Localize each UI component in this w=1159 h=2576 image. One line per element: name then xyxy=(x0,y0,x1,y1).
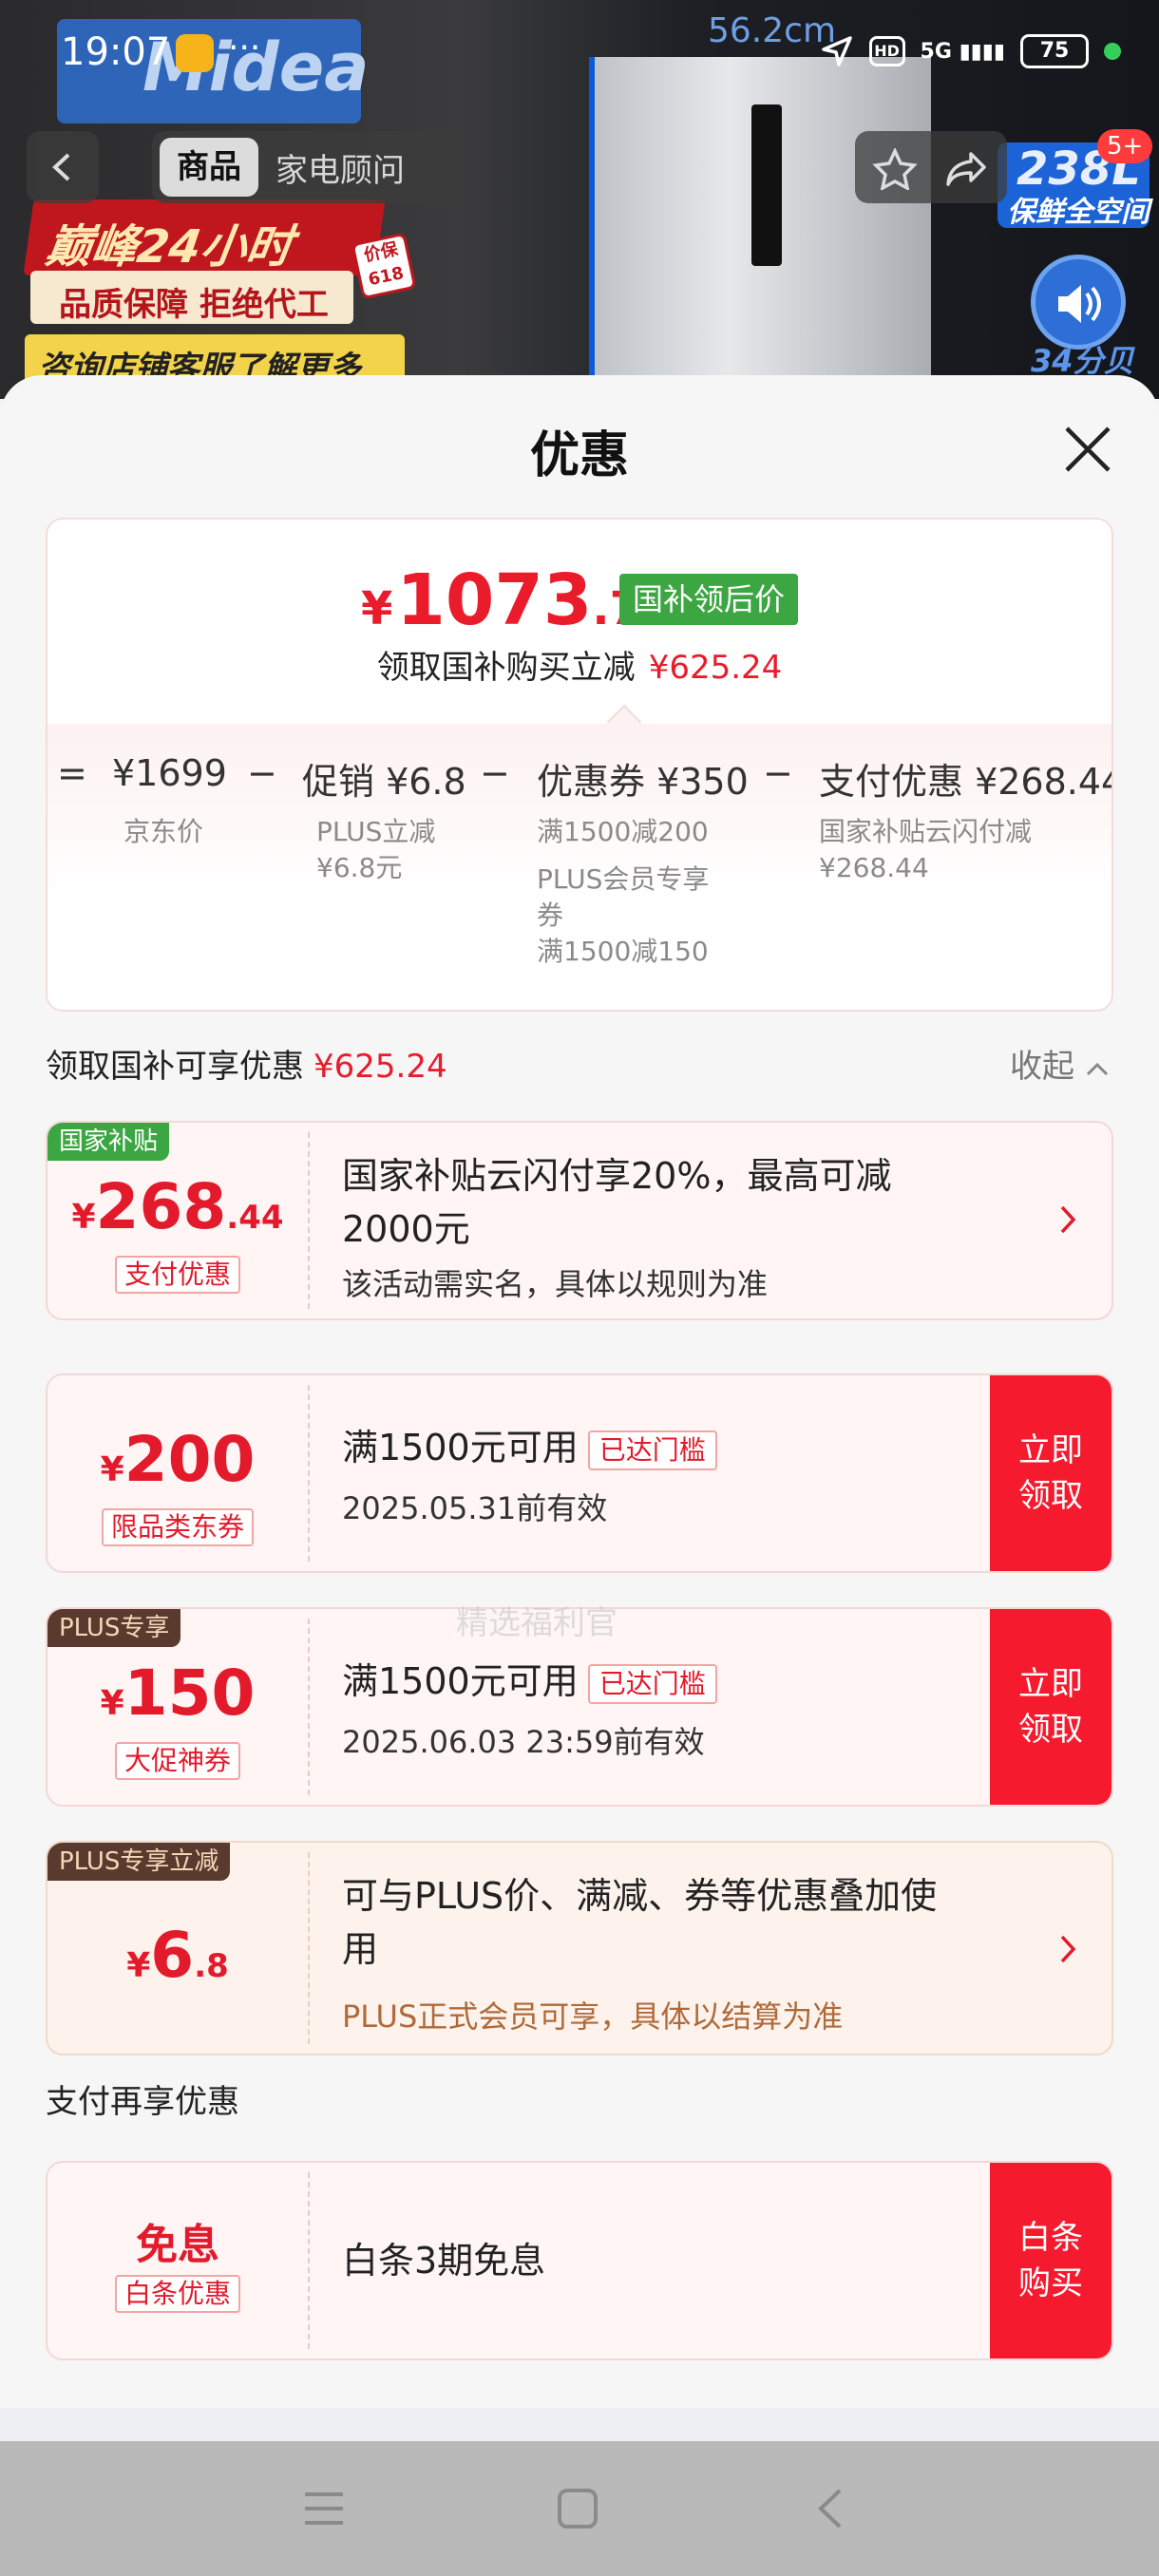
collapse-button[interactable]: 收起 xyxy=(1010,1040,1110,1087)
offer-type-tag: 白条优惠 xyxy=(114,2275,241,2313)
coupon-price: 优惠券 ¥350 xyxy=(537,761,749,803)
minus-sign: − xyxy=(247,752,277,794)
baitiao-buy-button[interactable]: 白条 购买 xyxy=(990,2163,1112,2358)
coupon-type-tag: 大促神券 xyxy=(114,1742,241,1780)
sheet-title: 优惠 xyxy=(529,427,629,484)
coupon-expiry: 2025.06.03 23:59前有效 xyxy=(342,1724,705,1760)
fridge-image xyxy=(589,57,931,399)
subsidy-section-header: 领取国补可享优惠 ¥625.24 xyxy=(46,1048,447,1086)
share-icon[interactable] xyxy=(944,148,990,190)
subsidy-price-badge: 国补领后价 xyxy=(619,574,799,625)
coupon-rule: 该活动需实名，具体以规则为准 xyxy=(342,1266,769,1302)
offer-description: 白条3期免息 xyxy=(342,2240,546,2282)
promo-price: 促销 ¥6.8 xyxy=(302,761,466,803)
payment-section-header: 支付再享优惠 xyxy=(46,2083,239,2121)
chevron-right-icon xyxy=(1060,1935,1076,1963)
reduce-summary: 领取国补购买立减 ¥625.24 xyxy=(376,649,783,687)
cart-count-badge: 5+ xyxy=(1097,129,1153,163)
threshold-reached-badge: 已达门槛 xyxy=(587,1430,717,1470)
favorite-star-icon[interactable] xyxy=(872,148,918,190)
tab-appliance-advisor[interactable]: 家电顾问 xyxy=(258,144,422,191)
coupon-amount: ¥ 268 .44 xyxy=(71,1170,284,1243)
battery-icon: 75 xyxy=(1020,34,1089,68)
minus-sign: − xyxy=(763,752,793,794)
tab-product[interactable]: 商品 xyxy=(160,138,258,197)
coupon-expiry: 2025.05.31前有效 xyxy=(342,1490,608,1526)
menu-icon[interactable] xyxy=(302,2487,346,2530)
location-icon xyxy=(821,36,852,66)
hd-icon: HD xyxy=(868,36,905,66)
discount-sheet: 优惠 ¥ 1073 .76 国补领后价 领取国补购买立减¥625.24 = ¥1… xyxy=(0,375,1159,2441)
promo-price-tag: 价保618 xyxy=(351,232,417,300)
status-bar: 19:07 ··· HD 5G ▮▮▮▮ 75 xyxy=(0,0,1159,104)
coupon-corner-label: 国家补贴 xyxy=(48,1123,170,1161)
plus-corner-label: PLUS专享立减 xyxy=(48,1843,231,1881)
privacy-indicator-icon xyxy=(1104,43,1121,60)
coupon-type-tag: 限品类东券 xyxy=(101,1508,255,1546)
coupon-note: 满1500减200 PLUS会员专享 券 满1500减150 xyxy=(537,816,710,967)
coupon-description: 国家补贴云闪付享20%，最高可减 2000元 xyxy=(342,1155,892,1250)
national-subsidy-coupon[interactable]: ¥ 268 .44 支付优惠 国家补贴 国家补贴云闪付享20%，最高可减 200… xyxy=(46,1121,1113,1320)
page-tabs: 商品 家电顾问 xyxy=(152,131,461,203)
promo-banner-quality: 品质保障 拒绝代工 xyxy=(30,271,353,324)
pay-price: 支付优惠 ¥268.44 xyxy=(819,761,1113,803)
pay-note: 国家补贴云闪付减 ¥268.44 xyxy=(819,816,1033,883)
signal-icon: 5G ▮▮▮▮ xyxy=(920,39,1005,64)
back-nav-icon[interactable] xyxy=(809,2487,853,2530)
price-summary-card: ¥ 1073 .76 国补领后价 领取国补购买立减¥625.24 = ¥1699… xyxy=(46,518,1113,1012)
threshold-reached-badge: 已达门槛 xyxy=(587,1663,717,1704)
coupon-rule: PLUS正式会员可享，具体以结算为准 xyxy=(342,1998,844,2035)
coupon-description: 可与PLUS价、满减、券等优惠叠加使 用 xyxy=(342,1875,938,1970)
coupon-amount: ¥ 6 .8 xyxy=(126,1919,229,1992)
back-button[interactable] xyxy=(27,131,99,203)
coupon-amount: ¥ 150 xyxy=(100,1657,256,1730)
more-notifications-icon: ··· xyxy=(228,28,261,67)
chevron-up-icon xyxy=(1086,1062,1108,1076)
nav-actions xyxy=(855,131,1007,203)
volume-icon xyxy=(1031,255,1126,350)
category-coupon-200: ¥ 200 限品类东券 满1500元可用 已达门槛 2025.05.31前有效 立… xyxy=(46,1373,1113,1573)
status-time: 19:07 xyxy=(61,30,171,74)
plus-corner-label: PLUS专享 xyxy=(48,1609,181,1647)
coupon-type-tag: 支付优惠 xyxy=(114,1256,241,1294)
watermark: 精选福利官 xyxy=(456,1604,618,1642)
home-icon[interactable] xyxy=(556,2487,599,2530)
chevron-right-icon xyxy=(1060,1205,1076,1234)
offer-title: 免息 xyxy=(136,2221,219,2269)
base-price: ¥1699 xyxy=(112,752,227,794)
coupon-threshold: 满1500元可用 已达门槛 xyxy=(342,1421,717,1474)
coupon-amount: ¥ 200 xyxy=(100,1423,256,1496)
close-icon[interactable] xyxy=(1059,421,1116,478)
minus-sign: − xyxy=(480,752,510,794)
app-notification-icon xyxy=(176,34,214,72)
plus-instant-reduce[interactable]: ¥ 6 .8 PLUS专享立减 可与PLUS价、满减、券等优惠叠加使 用 PLU… xyxy=(46,1841,1113,2055)
equals-sign: = xyxy=(57,752,87,794)
promo-note: PLUS立减 ¥6.8元 xyxy=(316,816,436,883)
promo-banner-title: 巅峰24小时 xyxy=(23,199,386,275)
claim-coupon-button[interactable]: 立即 领取 xyxy=(990,1609,1112,1805)
system-nav-bar xyxy=(0,2441,1159,2576)
baitiao-offer: 免息 白条优惠 白条3期免息 白条 购买 xyxy=(46,2161,1113,2360)
base-price-label: 京东价 xyxy=(124,816,204,847)
claim-coupon-button[interactable]: 立即 领取 xyxy=(990,1375,1112,1571)
coupon-threshold: 满1500元可用 已达门槛 xyxy=(342,1655,717,1708)
